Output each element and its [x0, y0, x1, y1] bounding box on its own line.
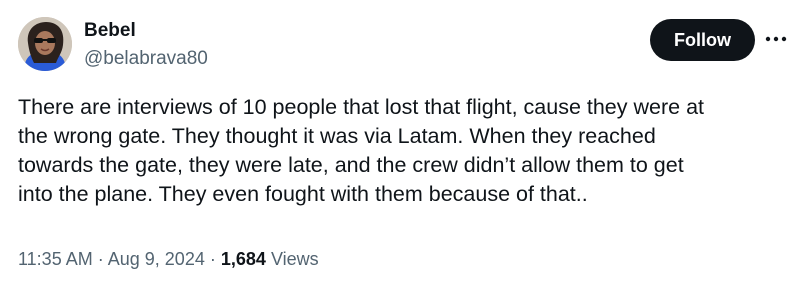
views-label: Views	[270, 249, 319, 269]
author-display-name[interactable]: Bebel	[84, 20, 136, 42]
views-count: 1,684	[220, 249, 266, 269]
follow-button[interactable]: Follow	[650, 19, 755, 61]
more-horizontal-icon	[765, 36, 787, 42]
tweet-metadata: 11:35 AM · Aug 9, 2024 · 1,684 Views	[18, 248, 319, 270]
tweet-text-line: into the plane. They even fought with th…	[18, 182, 588, 206]
tweet-text: There are interviews of 10 people that l…	[18, 93, 790, 209]
tweet-text-line: There are interviews of 10 people that l…	[18, 95, 704, 119]
author-handle[interactable]: @belabrava80	[84, 48, 208, 70]
more-options-button[interactable]	[763, 26, 789, 52]
tweet-time[interactable]: 11:35 AM	[18, 249, 93, 269]
tweet-text-line: the wrong gate. They thought it was via …	[18, 124, 656, 148]
tweet-date[interactable]: Aug 9, 2024	[108, 249, 205, 269]
tweet-text-line: towards the gate, they were late, and th…	[18, 153, 684, 177]
meta-separator: ·	[97, 249, 104, 269]
avatar[interactable]	[18, 17, 72, 71]
tweet-card: Bebel @belabrava80 Follow There are inte…	[0, 0, 804, 284]
meta-separator: ·	[209, 249, 216, 269]
